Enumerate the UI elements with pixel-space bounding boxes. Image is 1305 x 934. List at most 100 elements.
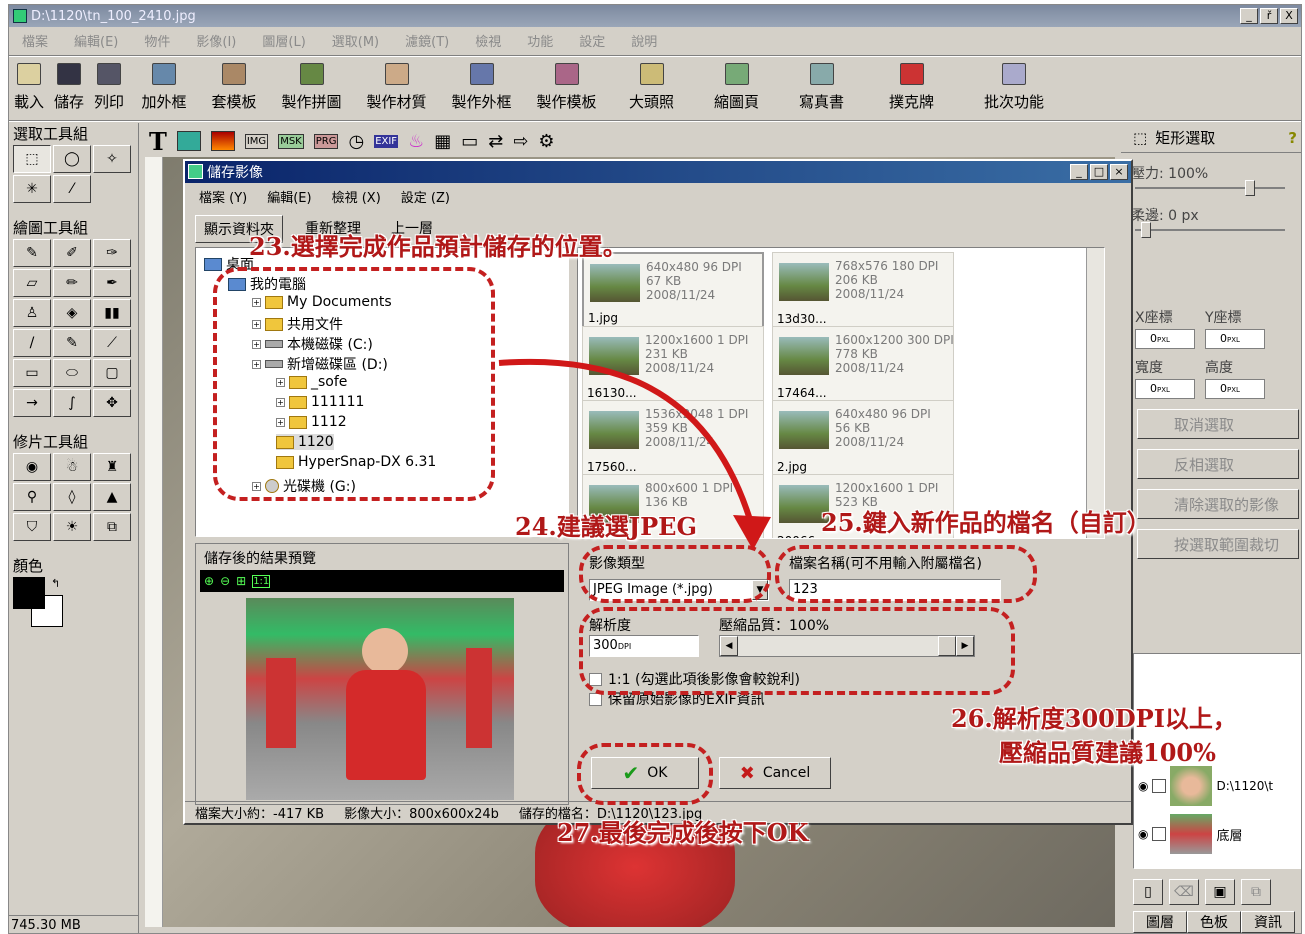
- fill-tool[interactable]: ◈: [53, 299, 91, 327]
- menu-item-6[interactable]: 濾鏡(T): [392, 31, 462, 50]
- rectangle-tool[interactable]: ▭: [13, 359, 51, 387]
- file-thumbnail[interactable]: 768x576 180 DPI 206 KB 2008/11/24 13d30..…: [772, 252, 954, 330]
- msk-tag-icon[interactable]: MSK: [278, 133, 304, 149]
- marker-tool[interactable]: ✎: [53, 329, 91, 357]
- file-list-scrollbar[interactable]: [1086, 248, 1104, 538]
- text-tool-icon[interactable]: T: [149, 127, 167, 156]
- rect-select-tool[interactable]: ⬚: [13, 145, 51, 173]
- ellipse-tool[interactable]: ⬭: [53, 359, 91, 387]
- sharpen-tool[interactable]: ▲: [93, 483, 131, 511]
- zoom-in-icon[interactable]: ⊕: [204, 574, 214, 588]
- arrows-icon[interactable]: ⇄: [488, 131, 503, 152]
- lasso-tool[interactable]: ✧: [93, 145, 131, 173]
- close-button[interactable]: X: [1280, 8, 1298, 24]
- help-icon[interactable]: ?: [1288, 129, 1297, 147]
- zoom-out-icon[interactable]: ⊖: [220, 574, 230, 588]
- pen-tool[interactable]: /: [13, 329, 51, 357]
- menu-item-2[interactable]: 物件: [131, 31, 183, 50]
- dialog-maximize-button[interactable]: □: [1090, 164, 1108, 180]
- link-icon[interactable]: [1152, 827, 1167, 841]
- invert-selection-button[interactable]: 反相選取: [1137, 449, 1299, 479]
- x-coord-input[interactable]: 0PXL: [1135, 329, 1195, 349]
- pencil-tool[interactable]: ✎: [13, 239, 51, 267]
- feather-slider[interactable]: [1135, 222, 1285, 238]
- delete-layer-icon[interactable]: ⌫: [1169, 879, 1199, 905]
- light-tool[interactable]: ☀: [53, 513, 91, 541]
- prg-tag-icon[interactable]: PRG: [313, 133, 339, 149]
- eye-icon[interactable]: ◉: [1138, 827, 1148, 841]
- pressure-slider[interactable]: [1135, 180, 1285, 196]
- toolbar-5[interactable]: 製作拼圖: [269, 57, 354, 117]
- ellipse-select-tool[interactable]: ◯: [53, 145, 91, 173]
- dialog-menu-item-3[interactable]: 設定 (Z): [401, 187, 450, 206]
- menu-item-9[interactable]: 設定: [566, 31, 618, 50]
- toolbar-8[interactable]: 製作模板: [524, 57, 609, 117]
- img-tag-icon[interactable]: IMG: [244, 133, 269, 149]
- width-input[interactable]: 0PXL: [1135, 379, 1195, 399]
- layer-1[interactable]: ◉ D:\1120\t: [1138, 766, 1273, 806]
- cake-icon[interactable]: ♨: [408, 131, 424, 152]
- patch-tool[interactable]: ⧉: [93, 513, 131, 541]
- link-icon[interactable]: [1152, 779, 1167, 793]
- line-tool[interactable]: →: [13, 389, 51, 417]
- menu-item-8[interactable]: 功能: [514, 31, 566, 50]
- clock-icon[interactable]: ◷: [348, 131, 364, 152]
- toolbar-7[interactable]: 製作外框: [439, 57, 524, 117]
- frame-icon[interactable]: [210, 131, 235, 151]
- toolbar-2[interactable]: 列印: [89, 57, 129, 117]
- tab-swatches[interactable]: 色板: [1187, 911, 1241, 933]
- brush-tool[interactable]: ✐: [53, 239, 91, 267]
- eraser-tool[interactable]: ▱: [13, 269, 51, 297]
- tab-info[interactable]: 資訊: [1241, 911, 1295, 933]
- paint-tool[interactable]: ⛉: [13, 513, 51, 541]
- brush-select-tool[interactable]: ⁄: [53, 175, 91, 203]
- move-tool[interactable]: ✥: [93, 389, 131, 417]
- cancel-button[interactable]: ✖ Cancel: [719, 757, 831, 789]
- layer-image-icon[interactable]: ▣: [1205, 879, 1235, 905]
- toolbar-3[interactable]: 加外框: [129, 57, 199, 117]
- toolbar-11[interactable]: 寫真書: [779, 57, 864, 117]
- layer-base[interactable]: ◉ 底層: [1138, 814, 1243, 854]
- blur-tool[interactable]: ◊: [53, 483, 91, 511]
- calendar-icon[interactable]: ▦: [434, 131, 451, 152]
- toolbar-12[interactable]: 撲克牌: [864, 57, 959, 117]
- actual-size-icon[interactable]: 1:1: [252, 574, 271, 588]
- toolbar-1[interactable]: 儲存: [49, 57, 89, 117]
- clone-tool[interactable]: ✒: [93, 269, 131, 297]
- eyedropper-tool[interactable]: ⟋: [93, 329, 131, 357]
- fit-icon[interactable]: ⊞: [236, 574, 246, 588]
- clear-selection-button[interactable]: 清除選取的影像: [1137, 489, 1299, 519]
- eye-icon[interactable]: ◉: [1138, 779, 1148, 793]
- spray-tool[interactable]: ✑: [93, 239, 131, 267]
- dialog-minimize-button[interactable]: _: [1070, 164, 1088, 180]
- toolbar-13[interactable]: 批次功能: [959, 57, 1069, 117]
- menu-item-5[interactable]: 選取(M): [319, 31, 392, 50]
- exif-icon[interactable]: EXIF: [374, 134, 399, 148]
- menu-item-7[interactable]: 檢視: [462, 31, 514, 50]
- height-input[interactable]: 0PXL: [1205, 379, 1265, 399]
- rounded-rect-tool[interactable]: ▢: [93, 359, 131, 387]
- people-tool[interactable]: ☃: [53, 453, 91, 481]
- dialog-menu-item-2[interactable]: 檢視 (X): [332, 187, 381, 206]
- stamp-tool[interactable]: ♙: [13, 299, 51, 327]
- dialog-menu-item-1[interactable]: 編輯(E): [267, 187, 311, 206]
- red-eye-tool[interactable]: ◉: [13, 453, 51, 481]
- arrow-right-icon[interactable]: ⇨: [513, 131, 528, 152]
- y-coord-input[interactable]: 0PXL: [1205, 329, 1265, 349]
- file-thumbnail[interactable]: 1600x1200 300 DPI 778 KB 2008/11/24 17464…: [772, 326, 954, 404]
- menu-item-0[interactable]: 檔案: [9, 31, 61, 50]
- restore-button[interactable]: ř: [1260, 8, 1278, 24]
- file-thumbnail[interactable]: 640x480 96 DPI 56 KB 2008/11/24 2.jpg: [772, 400, 954, 478]
- toolbar-10[interactable]: 縮圖頁: [694, 57, 779, 117]
- burn-tool[interactable]: ♜: [93, 453, 131, 481]
- deselect-button[interactable]: 取消選取: [1137, 409, 1299, 439]
- curve-tool[interactable]: ∫: [53, 389, 91, 417]
- zoom-tool[interactable]: ⚲: [13, 483, 51, 511]
- minimize-button[interactable]: _: [1240, 8, 1258, 24]
- new-layer-icon[interactable]: ▯: [1133, 879, 1163, 905]
- toolbar-0[interactable]: 載入: [9, 57, 49, 117]
- toolbar-6[interactable]: 製作材質: [354, 57, 439, 117]
- menu-item-3[interactable]: 影像(I): [183, 31, 249, 50]
- crop-selection-button[interactable]: 按選取範圍裁切: [1137, 529, 1299, 559]
- menu-item-1[interactable]: 編輯(E): [61, 31, 131, 50]
